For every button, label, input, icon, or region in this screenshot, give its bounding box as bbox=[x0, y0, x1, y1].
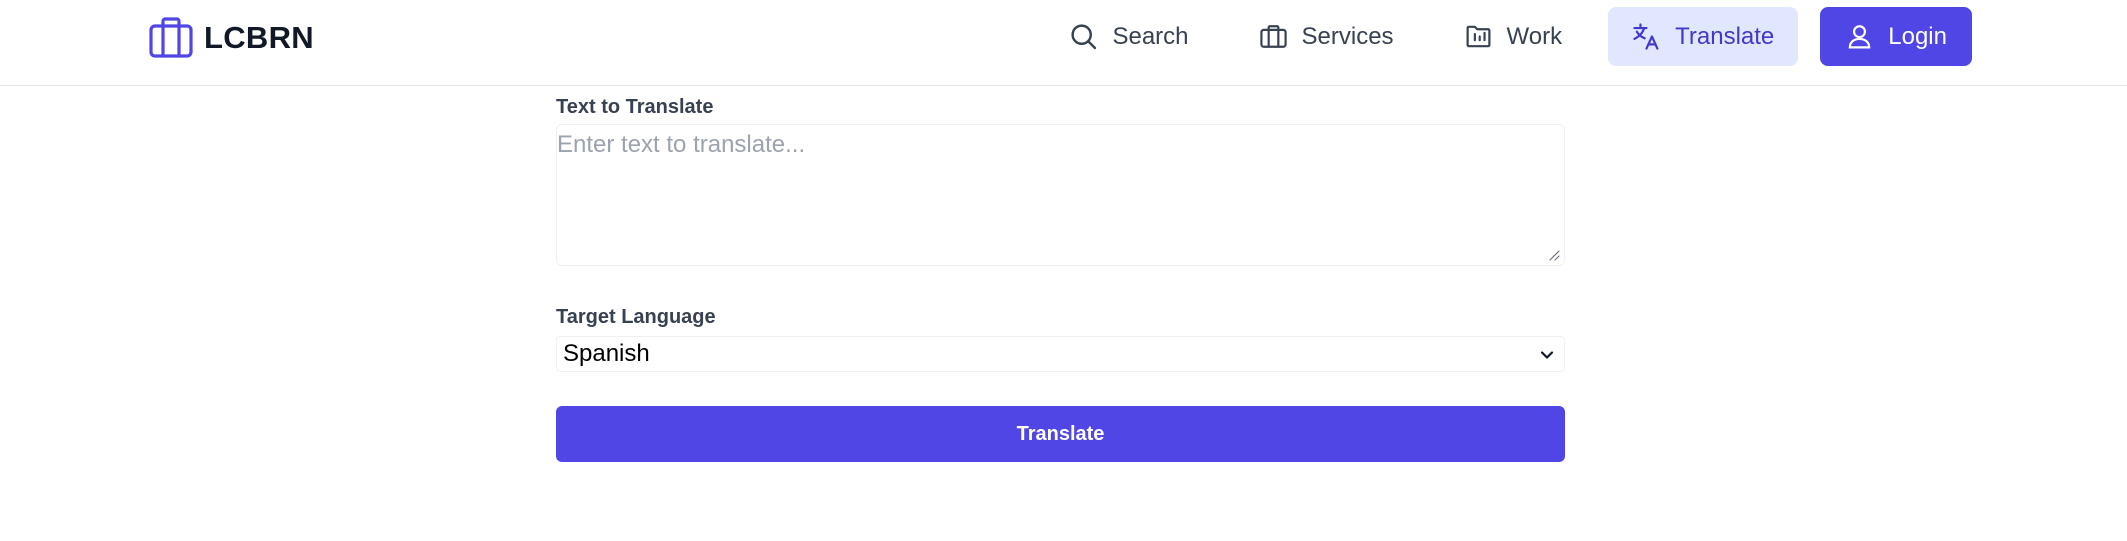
nav-work[interactable]: Work bbox=[1440, 7, 1587, 66]
nav-search-label: Search bbox=[1112, 22, 1189, 50]
login-button[interactable]: Login bbox=[1820, 7, 1972, 66]
target-language-value: Spanish bbox=[563, 340, 650, 367]
nav-services[interactable]: Services bbox=[1235, 7, 1418, 66]
top-navbar: LCBRN Search Services Work Translate Log… bbox=[0, 0, 2127, 86]
target-language-select[interactable]: Spanish bbox=[556, 336, 1565, 372]
nav-work-label: Work bbox=[1506, 22, 1563, 50]
briefcase-icon bbox=[149, 17, 193, 58]
search-icon bbox=[1071, 24, 1097, 50]
briefcase-icon bbox=[1259, 25, 1287, 48]
translate-submit-button[interactable]: Translate bbox=[556, 406, 1565, 462]
folder-icon bbox=[1466, 25, 1491, 48]
translate-icon bbox=[1633, 23, 1659, 50]
resize-handle-icon[interactable] bbox=[1548, 249, 1560, 261]
translate-form: Text to Translate Target Language Spanis… bbox=[556, 94, 1565, 462]
nav-search[interactable]: Search bbox=[1045, 7, 1212, 66]
text-to-translate-input[interactable] bbox=[557, 125, 1564, 265]
brand-name: LCBRN bbox=[204, 20, 314, 55]
user-icon bbox=[1849, 25, 1871, 49]
main-nav: Search Services Work Translate Login bbox=[1023, 7, 1972, 66]
chevron-down-icon bbox=[1540, 351, 1554, 359]
brand-logo-link[interactable]: LCBRN bbox=[148, 16, 314, 60]
nav-translate-label: Translate bbox=[1675, 22, 1775, 50]
nav-services-label: Services bbox=[1301, 22, 1394, 50]
login-label: Login bbox=[1888, 22, 1947, 50]
target-language-label: Target Language bbox=[556, 306, 716, 328]
nav-translate[interactable]: Translate bbox=[1608, 7, 1799, 66]
text-to-translate-container bbox=[556, 124, 1565, 266]
text-to-translate-label: Text to Translate bbox=[556, 96, 714, 118]
